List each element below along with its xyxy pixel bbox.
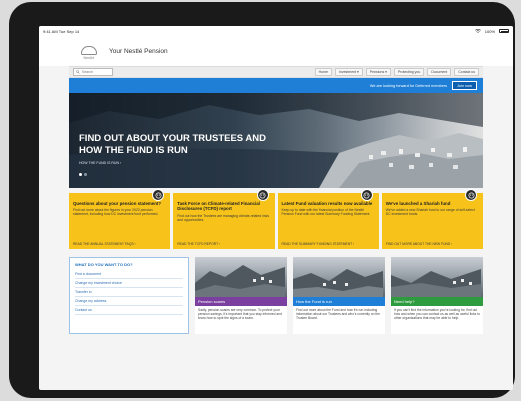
carousel-dot[interactable] xyxy=(84,173,87,176)
status-time: 9:41 AM xyxy=(43,28,58,34)
hero-link[interactable]: HOW THE FUND IS RUN › xyxy=(79,161,121,165)
bottom-section: WHAT DO YOU WANT TO DO? Find a document … xyxy=(69,257,483,334)
nav-document[interactable]: Document xyxy=(427,68,452,76)
nav-items: Home Investment ▾ Pensions ▾ Protecting … xyxy=(314,68,483,76)
nest-icon xyxy=(81,46,97,55)
tile-label: Need help? xyxy=(391,297,483,306)
status-left: 9:41 AM Tue Sep 14 xyxy=(43,29,79,34)
card-body: Keep up to date with the financial posit… xyxy=(281,208,371,217)
brand-header: Nestlé Your Nestlé Pension xyxy=(39,36,513,66)
promo-card[interactable]: Questions about your pension statement? … xyxy=(69,189,171,249)
search-placeholder: Search xyxy=(82,70,94,74)
tablet-screen: 9:41 AM Tue Sep 14 100% Nestlé Your Nest… xyxy=(39,26,513,390)
card-title: We've launched a Shariah fund xyxy=(385,201,451,206)
promo-card[interactable]: Latest Fund valuation results now availa… xyxy=(277,189,379,249)
card-link[interactable]: FIND OUT MORE ABOUT THE NEW FUND › xyxy=(386,242,453,246)
hero-carousel: FIND OUT ABOUT YOUR TRUSTEES AND HOW THE… xyxy=(69,93,483,188)
promo-cards: Questions about your pension statement? … xyxy=(69,189,483,249)
card-body: We've added a new Shariah fund to our ra… xyxy=(385,208,475,217)
carousel-dot[interactable] xyxy=(79,173,82,176)
deferred-banner: We are looking forward for Deferred memb… xyxy=(69,78,483,93)
owl-icon xyxy=(256,189,269,201)
banner-message: We are looking forward for Deferred memb… xyxy=(369,83,447,88)
promo-card[interactable]: Task Force on Climate-related Financial … xyxy=(173,189,275,249)
feature-tile[interactable]: How the Fund is run Find out more about … xyxy=(293,257,385,334)
owl-icon xyxy=(360,189,373,201)
owl-icon xyxy=(465,189,477,201)
search-input[interactable]: Search xyxy=(73,68,113,76)
card-body: Find out more about the figures in your … xyxy=(73,208,159,217)
tile-text: If you can't find the information you're… xyxy=(394,308,480,320)
hero-title: FIND OUT ABOUT YOUR TRUSTEES AND HOW THE… xyxy=(79,133,267,156)
quick-action-link[interactable]: Change my investment choice xyxy=(75,279,183,288)
owl-icon xyxy=(152,189,165,201)
join-button[interactable]: Join now xyxy=(452,81,477,90)
card-body: Find out how the Trustees are managing c… xyxy=(177,213,270,222)
quick-action-link[interactable]: Transfer in xyxy=(75,288,183,297)
tablet-frame: 9:41 AM Tue Sep 14 100% Nestlé Your Nest… xyxy=(9,2,515,398)
card-link[interactable]: READ THE ANNUAL STATEMENT FAQS › xyxy=(73,242,136,246)
nav-protecting-you[interactable]: Protecting you xyxy=(393,68,425,76)
quick-action-link[interactable]: Contact us xyxy=(75,306,183,315)
status-date: Tue Sep 14 xyxy=(58,28,80,34)
nav-pensions[interactable]: Pensions ▾ xyxy=(365,68,391,76)
tile-image xyxy=(293,257,385,297)
search-icon xyxy=(76,70,80,74)
feature-tiles: Pension scams Sadly, pension scams are v… xyxy=(195,257,483,334)
nestle-logo[interactable]: Nestlé xyxy=(79,42,99,60)
promo-card[interactable]: We've launched a Shariah fund We've adde… xyxy=(381,189,483,249)
tile-text: Sadly, pension scams are very common. To… xyxy=(198,308,282,320)
tile-image xyxy=(391,257,483,297)
nav-contact[interactable]: Contact us xyxy=(454,68,479,76)
battery-icon xyxy=(499,29,509,33)
quick-action-link[interactable]: Change my address xyxy=(75,297,183,306)
battery-percent: 100% xyxy=(484,28,495,34)
feature-tile[interactable]: Pension scams Sadly, pension scams are v… xyxy=(195,257,287,334)
main-nav: Search Home Investment ▾ Pensions ▾ Prot… xyxy=(69,66,483,78)
tile-label: How the Fund is run xyxy=(293,297,385,306)
nav-investment[interactable]: Investment ▾ xyxy=(334,68,363,76)
status-bar: 9:41 AM Tue Sep 14 100% xyxy=(39,26,513,36)
card-link[interactable]: READ THE SUMMARY FUNDING STATEMENT › xyxy=(282,242,355,246)
wifi-icon xyxy=(474,28,481,34)
card-link[interactable]: READ THE TCFD REPORT › xyxy=(177,242,220,246)
logo-wordmark: Nestlé xyxy=(83,56,95,60)
card-title: Latest Fund valuation results now availa… xyxy=(281,201,373,206)
tile-image xyxy=(195,257,287,297)
tile-text: Find out more about the Fund and how it'… xyxy=(296,308,381,320)
carousel-dots xyxy=(79,173,87,176)
tile-label: Pension scams xyxy=(195,297,287,306)
quick-actions-title: WHAT DO YOU WANT TO DO? xyxy=(75,262,133,267)
nav-home[interactable]: Home xyxy=(314,68,332,76)
card-title: Task Force on Climate-related Financial … xyxy=(177,201,260,212)
status-right: 100% xyxy=(474,28,509,34)
quick-action-link[interactable]: Find a document xyxy=(75,270,183,279)
card-title: Questions about your pension statement? xyxy=(73,201,162,206)
feature-tile[interactable]: Need help? If you can't find the informa… xyxy=(391,257,483,334)
quick-actions-panel: WHAT DO YOU WANT TO DO? Find a document … xyxy=(69,257,189,334)
site-title: Your Nestlé Pension xyxy=(109,47,168,55)
